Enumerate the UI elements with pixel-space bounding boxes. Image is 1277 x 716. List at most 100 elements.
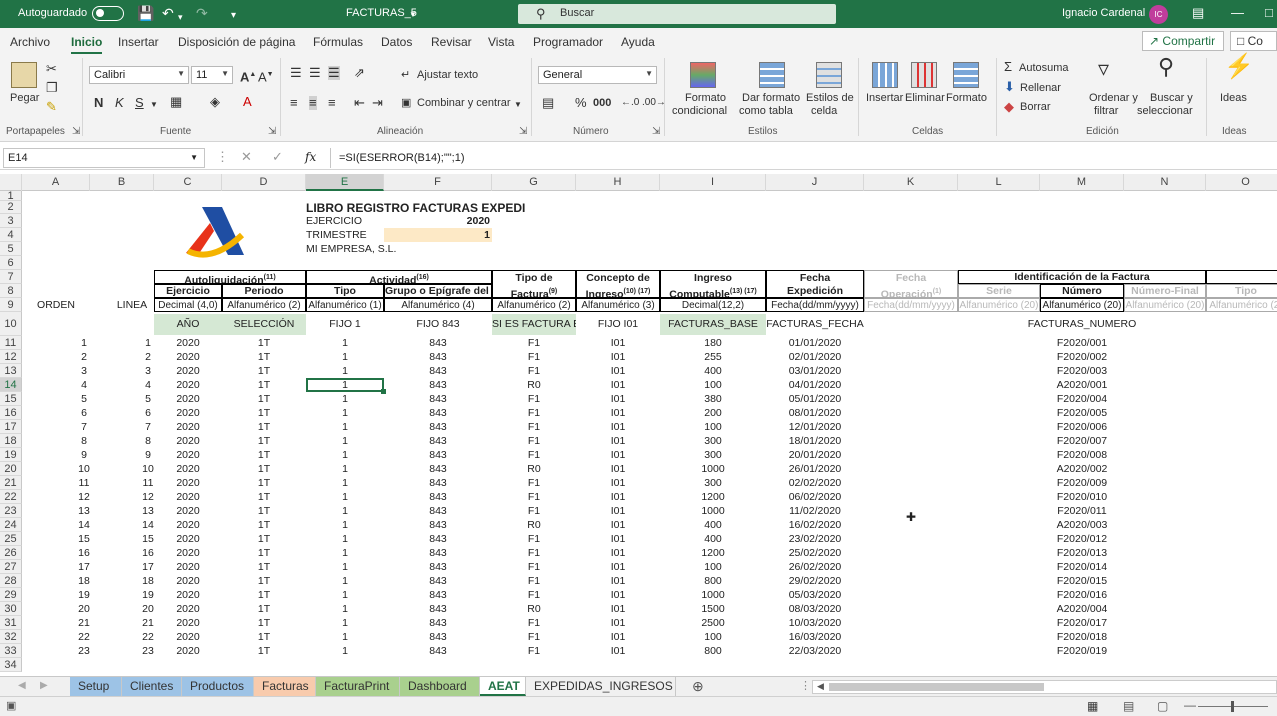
cell-concepto[interactable]: I01 <box>576 364 660 378</box>
cell-concepto[interactable]: I01 <box>576 630 660 644</box>
cell-fecha[interactable]: 29/02/2020 <box>766 574 864 588</box>
cell-base[interactable]: 380 <box>660 392 766 406</box>
cell-fijo843[interactable]: 843 <box>384 504 492 518</box>
number-format-combo[interactable]: General ▼ <box>538 66 657 84</box>
cell-tipo-factura[interactable]: F1 <box>492 406 576 420</box>
cell-numero[interactable]: F2020/007 <box>1040 434 1124 448</box>
cell-numero[interactable]: F2020/019 <box>1040 644 1124 658</box>
avatar[interactable]: IC <box>1149 5 1168 24</box>
cell-fijo843[interactable]: 843 <box>384 378 492 392</box>
ideas-icon[interactable]: ⚡ <box>1224 55 1254 79</box>
cut-icon[interactable]: ✂ <box>46 62 57 76</box>
save-icon[interactable]: 💾 <box>137 5 154 21</box>
cell-base[interactable]: 300 <box>660 448 766 462</box>
row-header-25[interactable]: 25 <box>0 532 22 546</box>
cell-numero[interactable]: A2020/001 <box>1040 378 1124 392</box>
cell-fecha[interactable]: 20/01/2020 <box>766 448 864 462</box>
cell-tipo-factura[interactable]: F1 <box>492 350 576 364</box>
cell-anio[interactable]: 2020 <box>154 434 222 448</box>
column-header-b[interactable]: B <box>90 174 154 191</box>
row-header-10[interactable]: 10 <box>0 312 22 336</box>
cell-fijo843[interactable]: 843 <box>384 392 492 406</box>
cell-numero[interactable]: F2020/005 <box>1040 406 1124 420</box>
cell-base[interactable]: 100 <box>660 630 766 644</box>
cell-numero[interactable]: F2020/008 <box>1040 448 1124 462</box>
cell-concepto[interactable]: I01 <box>576 434 660 448</box>
row-header-11[interactable]: 11 <box>0 336 22 350</box>
cell-linea[interactable]: 16 <box>90 546 154 560</box>
trimestre-value[interactable]: 1 <box>384 228 492 242</box>
cell-linea[interactable]: 6 <box>90 406 154 420</box>
cell-linea[interactable]: 11 <box>90 476 154 490</box>
cell-seleccion[interactable]: 1T <box>222 504 306 518</box>
cell-seleccion[interactable]: 1T <box>222 616 306 630</box>
wrap-text-button[interactable]: Ajustar texto <box>417 69 478 82</box>
cell-fijo1[interactable]: 1 <box>306 448 384 462</box>
cell-anio[interactable]: 2020 <box>154 350 222 364</box>
cell-orden[interactable]: 1 <box>22 336 90 350</box>
row-header-19[interactable]: 19 <box>0 448 22 462</box>
cell-fijo1[interactable]: 1 <box>306 518 384 532</box>
cell-concepto[interactable]: I01 <box>576 392 660 406</box>
cell-base[interactable]: 1000 <box>660 462 766 476</box>
cell-tipo-factura[interactable]: F1 <box>492 532 576 546</box>
row-header-9[interactable]: 9 <box>0 298 22 312</box>
cell-tipo-factura[interactable]: F1 <box>492 630 576 644</box>
cell-fijo1[interactable]: 1 <box>306 602 384 616</box>
cell-concepto[interactable]: I01 <box>576 546 660 560</box>
cell-linea[interactable]: 17 <box>90 560 154 574</box>
cell-orden[interactable]: 5 <box>22 392 90 406</box>
cell-numero[interactable]: F2020/011 <box>1040 504 1124 518</box>
sheet-tab-setup[interactable]: Setup <box>70 677 122 696</box>
cell-fijo843[interactable]: 843 <box>384 462 492 476</box>
cell-anio[interactable]: 2020 <box>154 532 222 546</box>
cell-base[interactable]: 800 <box>660 644 766 658</box>
cell-orden[interactable]: 12 <box>22 490 90 504</box>
cell-fijo1[interactable]: 1 <box>306 462 384 476</box>
row-header-22[interactable]: 22 <box>0 490 22 504</box>
sheet-tab-aeat[interactable]: AEAT <box>480 677 526 696</box>
cell-base[interactable]: 100 <box>660 560 766 574</box>
delete-cells-icon[interactable] <box>911 62 937 88</box>
column-header-f[interactable]: F <box>384 174 492 191</box>
insert-function-button[interactable]: fx <box>305 150 316 164</box>
conditional-format-label-1[interactable]: Formato <box>685 92 726 105</box>
cell-fijo843[interactable]: 843 <box>384 644 492 658</box>
cell-tipo-factura[interactable]: F1 <box>492 448 576 462</box>
cell-fecha[interactable]: 22/03/2020 <box>766 644 864 658</box>
cell-numero[interactable]: A2020/003 <box>1040 518 1124 532</box>
cell-fijo843[interactable]: 843 <box>384 364 492 378</box>
cell-concepto[interactable]: I01 <box>576 476 660 490</box>
cell-concepto[interactable]: I01 <box>576 462 660 476</box>
format-as-table-label-2[interactable]: como tabla <box>739 105 793 118</box>
cell-anio[interactable]: 2020 <box>154 574 222 588</box>
cell-base[interactable]: 100 <box>660 378 766 392</box>
cell-tipo-factura[interactable]: R0 <box>492 462 576 476</box>
row-header-3[interactable]: 3 <box>0 214 22 228</box>
cell-seleccion[interactable]: 1T <box>222 420 306 434</box>
add-sheet-icon[interactable]: ⊕ <box>692 678 704 695</box>
row-header-29[interactable]: 29 <box>0 588 22 602</box>
font-size-combo[interactable]: 11 ▼ <box>191 66 233 84</box>
increase-font-icon[interactable]: A▲ <box>240 68 256 84</box>
row-header-7[interactable]: 7 <box>0 270 22 284</box>
cell-anio[interactable]: 2020 <box>154 490 222 504</box>
comments-button[interactable]: □ Co <box>1230 31 1277 51</box>
cell-fijo1[interactable]: 1 <box>306 644 384 658</box>
cell-fecha[interactable]: 16/02/2020 <box>766 518 864 532</box>
cell-linea[interactable]: 5 <box>90 392 154 406</box>
cell-seleccion[interactable]: 1T <box>222 448 306 462</box>
name-box[interactable]: E14 ▼ <box>3 148 205 168</box>
row-header-33[interactable]: 33 <box>0 644 22 658</box>
cell-orden[interactable]: 3 <box>22 364 90 378</box>
cell-seleccion[interactable]: 1T <box>222 336 306 350</box>
conditional-format-icon[interactable] <box>690 62 716 88</box>
tab-programador[interactable]: Programador <box>533 35 603 49</box>
row-header-20[interactable]: 20 <box>0 462 22 476</box>
ideas-button[interactable]: Ideas <box>1220 92 1247 105</box>
cell-fijo1[interactable]: 1 <box>306 616 384 630</box>
cell-orden[interactable]: 13 <box>22 504 90 518</box>
cell-anio[interactable]: 2020 <box>154 476 222 490</box>
row-header-2[interactable]: 2 <box>0 201 22 214</box>
alignment-launcher-icon[interactable]: ⇲ <box>519 126 527 137</box>
